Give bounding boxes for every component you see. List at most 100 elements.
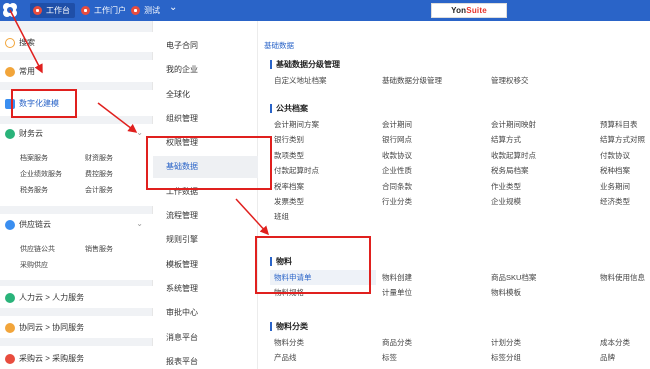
app-logo-icon[interactable] <box>0 0 20 20</box>
supply-icon <box>5 219 15 230</box>
sidebar-group-finance: 财务云 ⌄ 档案服务 财资服务 企业绩效服务 费控服务 税务服务 会计服务 <box>0 124 153 206</box>
menu-item[interactable]: 规则引擎 <box>166 234 198 245</box>
brand-main: Yon <box>451 6 467 15</box>
menu-item[interactable]: 报表平台 <box>166 356 198 367</box>
menu-item[interactable]: 全球化 <box>166 89 190 100</box>
brand-accent: Suite <box>466 6 487 15</box>
chevron-down-icon[interactable]: ⌄ <box>136 219 143 228</box>
menu-item[interactable]: 系统管理 <box>166 283 198 294</box>
tab-workbench[interactable]: 工作台 <box>30 3 75 18</box>
supply-header[interactable]: 供应链云 <box>5 219 51 230</box>
archive-link[interactable]: 物料使用信息 <box>600 272 645 283</box>
archive-link[interactable]: 物料模板 <box>491 287 521 298</box>
menu-item[interactable]: 基础数据 <box>153 155 258 178</box>
purchase-label: 采购云 > 采购服务 <box>19 354 85 363</box>
archive-link[interactable]: 计量单位 <box>382 287 412 298</box>
archive-link[interactable]: 企业性质 <box>382 165 412 176</box>
search-label: 搜索 <box>19 38 35 47</box>
app-icon <box>33 6 42 15</box>
archive-link[interactable]: 企业规模 <box>491 196 521 207</box>
archive-link[interactable]: 经济类型 <box>600 196 630 207</box>
sidebar-subitem[interactable]: 采购供应 <box>20 260 48 270</box>
menu-item[interactable]: 消息平台 <box>166 332 198 343</box>
archive-link[interactable]: 发票类型 <box>274 196 304 207</box>
archive-link[interactable]: 物料创建 <box>382 272 412 283</box>
sidebar-item-common[interactable]: 常用 <box>0 60 153 82</box>
chevron-down-icon[interactable]: ⌄ <box>169 2 177 13</box>
archive-link[interactable]: 物料分类 <box>274 337 304 348</box>
archive-link[interactable]: 班组 <box>274 211 289 222</box>
archive-link[interactable]: 品牌 <box>600 352 615 363</box>
archive-link[interactable]: 会计期间映射 <box>491 119 536 130</box>
archive-link[interactable]: 商品SKU档案 <box>491 272 536 283</box>
menu-item[interactable]: 工作数据 <box>166 186 198 197</box>
archive-link[interactable]: 物料申请单 <box>270 270 376 285</box>
sidebar-subitem[interactable]: 企业绩效服务 <box>20 169 62 179</box>
archive-link[interactable]: 计划分类 <box>491 337 521 348</box>
archive-link[interactable]: 结算方式对照 <box>600 134 645 145</box>
sidebar-item-hr[interactable]: 人力云 > 人力服务 <box>0 286 153 308</box>
sidebar-item-collab[interactable]: 协同云 > 协同服务 <box>0 316 153 338</box>
archive-link[interactable]: 付款起算时点 <box>274 165 319 176</box>
archive-link[interactable]: 管理权移交 <box>491 75 529 86</box>
menu-item[interactable]: 权限管理 <box>166 137 198 148</box>
archive-link[interactable]: 标签分组 <box>491 352 521 363</box>
menu-item[interactable]: 电子合同 <box>166 40 198 51</box>
finance-icon <box>5 128 15 139</box>
common-label: 常用 <box>19 67 35 76</box>
tab-portal[interactable]: 工作门户 <box>78 3 131 18</box>
archive-link[interactable]: 作业类型 <box>491 181 521 192</box>
archive-link[interactable]: 税务局档案 <box>491 165 529 176</box>
sidebar-item-purchase[interactable]: 采购云 > 采购服务 <box>0 346 153 369</box>
star-icon <box>5 66 15 77</box>
sidebar-item-digital-modeling[interactable]: 数字化建模 <box>0 90 153 116</box>
archive-link[interactable]: 产品线 <box>274 352 297 363</box>
menu-item[interactable]: 组织管理 <box>166 113 198 124</box>
section-title: 公共档案 <box>270 103 308 114</box>
archive-link[interactable]: 行业分类 <box>382 196 412 207</box>
archive-link[interactable]: 成本分类 <box>600 337 630 348</box>
archive-link[interactable]: 合同条款 <box>382 181 412 192</box>
sidebar-subitem[interactable]: 财资服务 <box>85 153 113 163</box>
archive-link[interactable]: 商品分类 <box>382 337 412 348</box>
archive-link[interactable]: 结算方式 <box>491 134 521 145</box>
sidebar-subitem[interactable]: 档案服务 <box>20 153 48 163</box>
finance-title: 财务云 <box>19 129 43 138</box>
menu-item[interactable]: 模板管理 <box>166 259 198 270</box>
top-bar: 工作台 工作门户 测试 ⌄ YonSuite <box>0 0 650 21</box>
chevron-down-icon[interactable]: ⌄ <box>136 128 143 137</box>
breadcrumb[interactable]: 基础数据 <box>264 40 294 51</box>
menu-item[interactable]: 我的企业 <box>166 64 198 75</box>
archive-link[interactable]: 基础数据分级管理 <box>382 75 442 86</box>
archive-link[interactable]: 预算科目表 <box>600 119 638 130</box>
tab-label: 工作门户 <box>94 6 126 15</box>
sidebar-subitem[interactable]: 税务服务 <box>20 185 48 195</box>
archive-link[interactable]: 收款起算时点 <box>491 150 536 161</box>
section-title: 物料分类 <box>270 321 308 332</box>
archive-link[interactable]: 税种档案 <box>600 165 630 176</box>
menu-item[interactable]: 流程管理 <box>166 210 198 221</box>
sidebar-search[interactable]: 搜索 <box>0 32 153 52</box>
sidebar-group-supply: 供应链云 ⌄ 供应链公共 销售服务 采购供应 <box>0 214 153 280</box>
archive-link[interactable]: 会计期间 <box>382 119 412 130</box>
archive-link[interactable]: 款项类型 <box>274 150 304 161</box>
sidebar-subitem[interactable]: 费控服务 <box>85 169 113 179</box>
finance-header[interactable]: 财务云 <box>5 128 43 139</box>
archive-link[interactable]: 自定义地址档案 <box>274 75 327 86</box>
sidebar-subitem[interactable]: 供应链公共 <box>20 244 55 254</box>
tab-test[interactable]: 测试 <box>128 3 165 18</box>
archive-link[interactable]: 业务期间 <box>600 181 630 192</box>
archive-link[interactable]: 会计期间方案 <box>274 119 319 130</box>
archive-link[interactable]: 税率档案 <box>274 181 304 192</box>
sidebar-subitem[interactable]: 会计服务 <box>85 185 113 195</box>
archive-link[interactable]: 银行网点 <box>382 134 412 145</box>
archive-link[interactable]: 收款协议 <box>382 150 412 161</box>
cart-icon <box>5 353 15 364</box>
archive-link[interactable]: 银行类别 <box>274 134 304 145</box>
archive-link[interactable]: 标签 <box>382 352 397 363</box>
sidebar-subitem[interactable]: 销售服务 <box>85 244 113 254</box>
archive-link[interactable]: 物料规格 <box>274 287 304 298</box>
menu-item[interactable]: 审批中心 <box>166 307 198 318</box>
app-icon <box>131 6 140 15</box>
archive-link[interactable]: 付款协议 <box>600 150 630 161</box>
